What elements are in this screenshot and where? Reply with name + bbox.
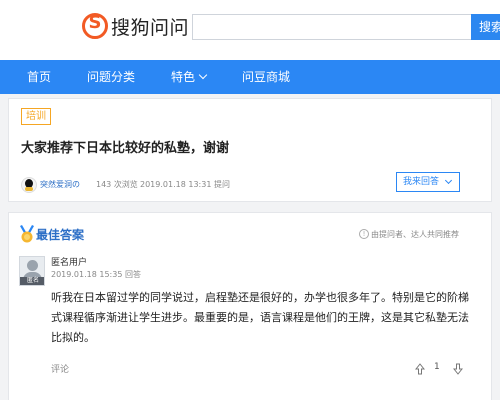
asker-name[interactable]: 突然爱洞の bbox=[40, 179, 80, 190]
nav-item-featured[interactable]: 特色 bbox=[171, 60, 208, 94]
comment-link[interactable]: 评论 bbox=[51, 362, 69, 375]
nav-item-featured-label: 特色 bbox=[171, 70, 196, 84]
best-answer-card: 最佳答案 ! 由提问者、达人共同推荐 匿名 匿名用户 2019.01.18 15… bbox=[8, 212, 492, 400]
answerer-name: 匿名用户 bbox=[51, 258, 88, 268]
search-input[interactable] bbox=[192, 14, 472, 40]
question-tag[interactable]: 培训 bbox=[21, 108, 51, 125]
qq-avatar-icon[interactable] bbox=[21, 177, 37, 193]
info-icon: ! bbox=[359, 229, 369, 239]
nav-item-home[interactable]: 首页 bbox=[27, 60, 51, 94]
question-card: 培训 大家推荐下日本比较好的私塾，谢谢 突然爱洞の 143 次浏览 2019.0… bbox=[8, 98, 492, 202]
chevron-down-icon bbox=[198, 70, 208, 80]
nav-item-categories[interactable]: 问题分类 bbox=[87, 60, 135, 94]
answer-time: 2019.01.18 15:35 回答 bbox=[51, 270, 141, 279]
medal-icon bbox=[20, 225, 34, 243]
logo-text: 搜狗问问 bbox=[111, 16, 190, 39]
nav-item-store[interactable]: 问豆商城 bbox=[242, 60, 290, 94]
main-nav: 首页 问题分类 特色 问豆商城 bbox=[0, 60, 500, 94]
answer-button-label: 我来回答 bbox=[403, 177, 440, 187]
best-answer-title: 最佳答案 bbox=[36, 228, 85, 242]
sogou-logo[interactable]: 搜狗问问 bbox=[82, 12, 189, 40]
answer-button[interactable]: 我来回答 bbox=[396, 172, 460, 192]
sogou-logo-icon bbox=[82, 12, 108, 39]
ask-time: 2019.01.18 13:31 提问 bbox=[140, 180, 230, 189]
answer-text: 听我在日本留过学的同学说过，启程塾还是很好的，办学也很多年了。特别是它的阶梯式课… bbox=[51, 291, 469, 344]
question-title: 大家推荐下日本比较好的私塾，谢谢 bbox=[21, 141, 230, 156]
view-count: 143 次浏览 bbox=[96, 180, 138, 189]
thumb-down-icon[interactable] bbox=[453, 363, 463, 375]
thumb-up-icon[interactable] bbox=[415, 363, 425, 375]
anonymous-avatar-icon: 匿名 bbox=[19, 256, 45, 286]
search-button[interactable]: 搜索 bbox=[471, 14, 500, 40]
recommend-note: 由提问者、达人共同推荐 bbox=[371, 230, 459, 239]
vote-count: 1 bbox=[434, 362, 440, 372]
top-bar: 搜狗问问 搜索 bbox=[0, 0, 500, 60]
avatar-label: 匿名 bbox=[20, 277, 44, 285]
chevron-down-icon bbox=[444, 176, 453, 185]
